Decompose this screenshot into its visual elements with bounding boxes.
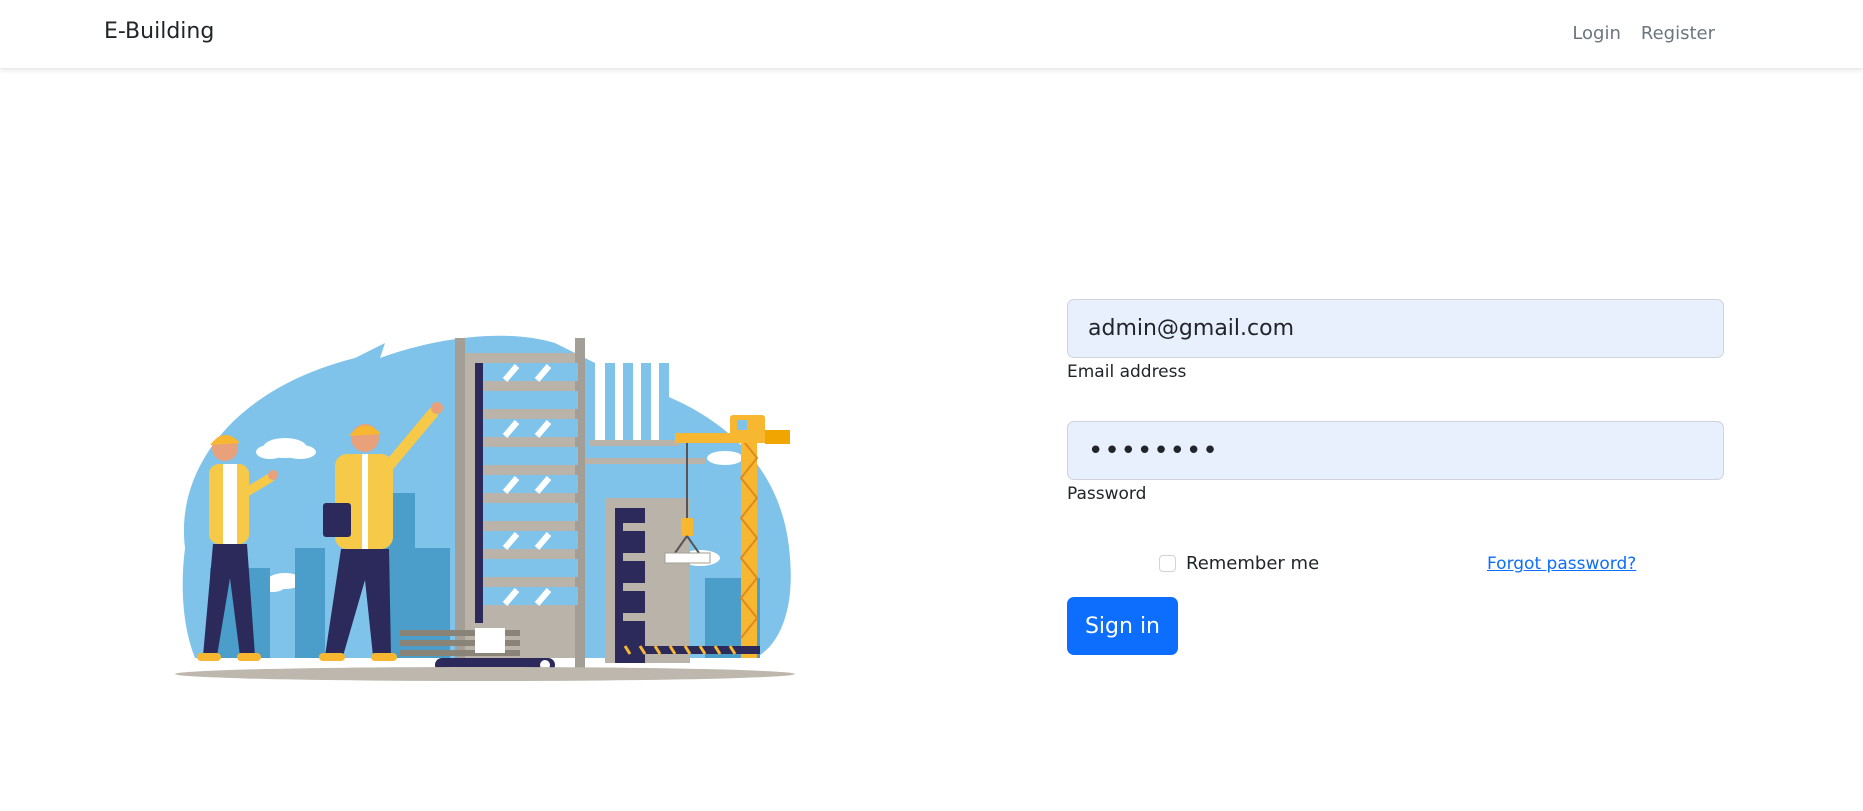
top-navbar: E-Building Login Register [0, 0, 1863, 69]
remember-me-label: Remember me [1186, 553, 1320, 574]
sign-in-button[interactable]: Sign in [1067, 597, 1178, 655]
forgot-password-link[interactable]: Forgot password? [1487, 554, 1636, 574]
form-options-row: Remember me Forgot password? [1067, 544, 1724, 584]
login-form: Email address Password Remember me Forgo… [1067, 299, 1724, 655]
nav-links: Login Register [1572, 23, 1715, 44]
password-group: Password [1067, 421, 1724, 504]
main-building [455, 338, 585, 668]
nav-link-register[interactable]: Register [1641, 23, 1715, 44]
nav-link-login[interactable]: Login [1572, 23, 1621, 44]
password-label: Password [1067, 484, 1147, 504]
password-field[interactable] [1067, 421, 1724, 480]
construction-illustration-image [175, 335, 795, 681]
ground-shadow [175, 667, 795, 681]
email-group: Email address [1067, 299, 1724, 382]
brand-logo[interactable]: E-Building [104, 19, 214, 44]
remember-me: Remember me [1159, 553, 1319, 574]
construction-illustration [175, 318, 815, 685]
email-label: Email address [1067, 362, 1187, 382]
email-field[interactable] [1067, 299, 1724, 358]
column-building [590, 363, 680, 446]
remember-me-checkbox[interactable] [1159, 555, 1176, 572]
